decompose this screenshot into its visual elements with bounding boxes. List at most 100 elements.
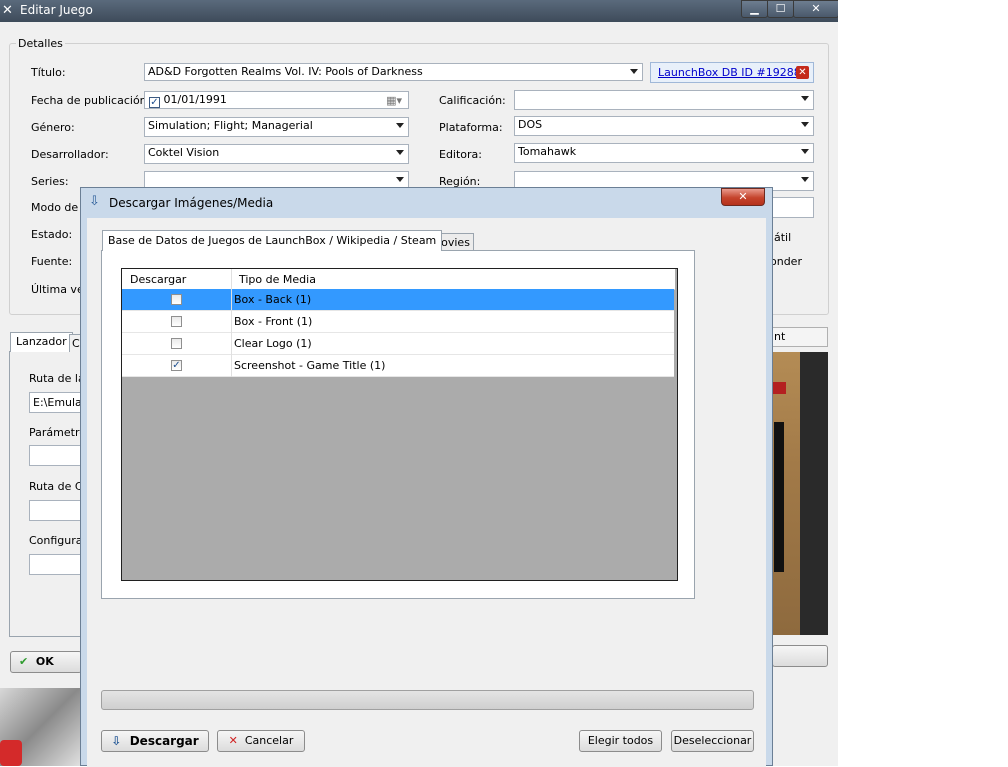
dialog-title: Descargar Imágenes/Media bbox=[109, 196, 274, 210]
column-separator bbox=[231, 289, 232, 377]
params-label: Parámetro bbox=[29, 426, 86, 439]
tab-launchbox-db[interactable]: Base de Datos de Juegos de LaunchBox / W… bbox=[102, 230, 443, 251]
title-combo[interactable]: AD&D Forgotten Realms Vol. IV: Pools of … bbox=[144, 63, 643, 81]
table-row[interactable]: Clear Logo (1) bbox=[122, 333, 674, 355]
table-row[interactable]: Box - Back (1) bbox=[122, 289, 674, 311]
play-mode-label: Modo de J bbox=[31, 201, 85, 214]
right-tab-strip: nt bbox=[772, 327, 828, 347]
chevron-down-icon bbox=[801, 149, 809, 154]
release-date-picker[interactable]: ✓ 01/01/1991 ▦▾ bbox=[144, 91, 409, 109]
download-media-dialog: ⇩ Descargar Imágenes/Media ✕ Base de Dat… bbox=[80, 187, 773, 767]
download-icon: ⇩ bbox=[111, 734, 122, 748]
status-label: Estado: bbox=[31, 228, 73, 241]
publisher-value: Tomahawk bbox=[518, 145, 577, 158]
cancel-button[interactable]: ✕ Cancelar bbox=[217, 730, 305, 752]
publisher-label: Editora: bbox=[439, 148, 483, 161]
row-label: Screenshot - Game Title (1) bbox=[234, 359, 386, 372]
source-label: Fuente: bbox=[31, 255, 73, 268]
genre-value: Simulation; Flight; Managerial bbox=[148, 119, 313, 132]
check-icon: ✔ bbox=[19, 655, 29, 668]
chevron-down-icon bbox=[801, 96, 809, 101]
select-all-button[interactable]: Elegir todos bbox=[579, 730, 662, 752]
chevron-down-icon bbox=[396, 150, 404, 155]
app-path-field[interactable]: E:\Emulad bbox=[29, 392, 81, 413]
cover-image bbox=[772, 352, 828, 635]
series-label: Series: bbox=[31, 175, 69, 188]
app-path-label: Ruta de la bbox=[29, 372, 85, 385]
window-title: Editar Juego bbox=[20, 3, 93, 17]
db-id-link[interactable]: LaunchBox DB ID #19288 bbox=[658, 66, 801, 79]
column-download[interactable]: Descargar bbox=[130, 273, 186, 286]
platform-combo[interactable]: DOS bbox=[514, 116, 814, 136]
tab-partial-label: C bbox=[72, 337, 80, 350]
tab-launcher[interactable]: Lanzador bbox=[10, 332, 73, 352]
dialog-body: Base de Datos de Juegos de LaunchBox / W… bbox=[87, 218, 766, 767]
params-field[interactable] bbox=[29, 445, 81, 466]
row-checkbox[interactable] bbox=[171, 294, 182, 305]
cancel-icon: ✕ bbox=[228, 734, 238, 747]
publisher-combo[interactable]: Tomahawk bbox=[514, 143, 814, 163]
release-date-checkbox[interactable]: ✓ bbox=[149, 97, 160, 108]
download-progress-bar bbox=[101, 690, 754, 710]
row-label: Clear Logo (1) bbox=[234, 337, 312, 350]
maximize-button[interactable]: ☐ bbox=[767, 0, 794, 18]
chevron-down-icon bbox=[396, 177, 404, 182]
row-label: Box - Front (1) bbox=[234, 315, 313, 328]
title-value: AD&D Forgotten Realms Vol. IV: Pools of … bbox=[148, 65, 423, 78]
dialog-close-button[interactable]: ✕ bbox=[721, 188, 765, 206]
developer-combo[interactable]: Coktel Vision bbox=[144, 144, 409, 164]
app-icon: ✕ bbox=[2, 3, 13, 18]
platform-label: Plataforma: bbox=[439, 121, 503, 134]
column-media-type[interactable]: Tipo de Media bbox=[239, 273, 316, 286]
chevron-down-icon bbox=[630, 69, 638, 74]
developer-label: Desarrollador: bbox=[31, 148, 109, 161]
minimize-button[interactable]: ▁ bbox=[741, 0, 768, 18]
right-tab-label[interactable]: nt bbox=[774, 330, 785, 343]
version-field[interactable] bbox=[770, 197, 814, 218]
ok-label: OK bbox=[35, 655, 54, 668]
tab-launchbox-db-label: Base de Datos de Juegos de LaunchBox / W… bbox=[108, 234, 437, 247]
media-grid: Descargar Tipo de Media Box - Back (1) B… bbox=[121, 268, 678, 581]
app-path-value: E:\Emulad bbox=[33, 396, 80, 409]
deselect-button[interactable]: Deseleccionar bbox=[671, 730, 754, 752]
download-arrow-icon: ⇩ bbox=[89, 194, 100, 209]
details-group-label: Detalles bbox=[16, 37, 65, 50]
download-label: Descargar bbox=[129, 734, 199, 748]
deselect-label: Deseleccionar bbox=[673, 734, 752, 747]
genre-label: Género: bbox=[31, 121, 75, 134]
row-checkbox[interactable] bbox=[171, 338, 182, 349]
chevron-down-icon bbox=[801, 177, 809, 182]
row-checkbox[interactable]: ✓ bbox=[171, 360, 182, 371]
hide-label-partial: onder bbox=[770, 255, 802, 268]
portable-label-partial: átil bbox=[774, 231, 792, 244]
download-button[interactable]: ⇩ Descargar bbox=[101, 730, 209, 752]
tab-launcher-label: Lanzador bbox=[16, 335, 67, 348]
row-checkbox[interactable] bbox=[171, 316, 182, 327]
remove-icon[interactable]: ✕ bbox=[796, 66, 809, 79]
select-all-label: Elegir todos bbox=[587, 734, 654, 747]
genre-combo[interactable]: Simulation; Flight; Managerial bbox=[144, 117, 409, 137]
table-row[interactable]: Box - Front (1) bbox=[122, 311, 674, 333]
chevron-down-icon bbox=[801, 122, 809, 127]
row-label: Box - Back (1) bbox=[234, 293, 312, 306]
title-label: Título: bbox=[31, 66, 66, 79]
close-button[interactable]: ✕ bbox=[793, 0, 838, 18]
config-field[interactable] bbox=[29, 554, 81, 575]
cancel-label: Cancelar bbox=[244, 734, 294, 747]
release-date-label: Fecha de publicación: bbox=[31, 94, 151, 107]
rating-combo[interactable] bbox=[514, 90, 814, 110]
rating-label: Calificación: bbox=[439, 94, 506, 107]
chevron-down-icon bbox=[396, 123, 404, 128]
desktop-thumbnail bbox=[0, 688, 80, 766]
developer-value: Coktel Vision bbox=[148, 146, 220, 159]
release-date-value: 01/01/1991 bbox=[163, 93, 227, 106]
right-bottom-button[interactable] bbox=[772, 645, 828, 667]
table-row[interactable]: ✓ Screenshot - Game Title (1) bbox=[122, 355, 674, 377]
grid-header: Descargar Tipo de Media bbox=[122, 269, 675, 290]
platform-value: DOS bbox=[518, 118, 543, 131]
ok-button[interactable]: ✔ OK bbox=[10, 651, 82, 673]
db-id-box: LaunchBox DB ID #19288 ✕ bbox=[650, 62, 814, 83]
title-bar: ✕ Editar Juego ▁ ☐ ✕ bbox=[0, 0, 838, 22]
config-path-field[interactable] bbox=[29, 500, 81, 521]
calendar-icon[interactable]: ▦▾ bbox=[386, 93, 402, 108]
